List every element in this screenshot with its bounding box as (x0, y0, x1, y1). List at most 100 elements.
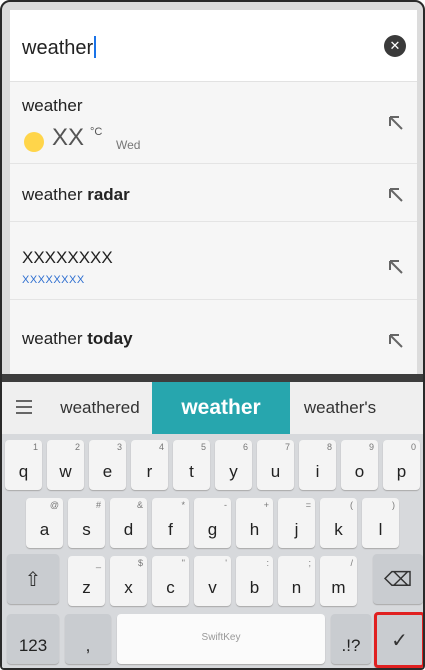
key-label: h (249, 520, 260, 539)
key-hint: 9 (368, 442, 374, 452)
suggestion-item[interactable]: weather today (10, 300, 417, 374)
key-label: d (123, 520, 134, 539)
key-label: v (208, 578, 217, 597)
key-v[interactable]: ' v (194, 556, 231, 606)
key-hint: 7 (284, 442, 290, 452)
backspace-icon: ⌫ (383, 569, 413, 591)
key-c[interactable]: " c (152, 556, 189, 606)
divider (2, 374, 423, 382)
prediction-middle[interactable]: weather (152, 382, 290, 434)
key-hint: ( (350, 500, 353, 510)
suggestion-text: weather radar (22, 185, 130, 204)
key-hint: 3 (116, 442, 122, 452)
key-d[interactable]: & d (110, 498, 147, 548)
key-label: x (124, 578, 133, 597)
key-t[interactable]: 5t (173, 440, 210, 490)
key-hint: : (266, 558, 269, 568)
key-hint: $ (137, 558, 143, 568)
key-y[interactable]: 6y (215, 440, 252, 490)
key-r[interactable]: 4r (131, 440, 168, 490)
key-hint: ) (392, 500, 395, 510)
key-hint: 2 (74, 442, 80, 452)
key-hint: # (95, 500, 101, 510)
key-label: i (315, 462, 320, 481)
key-label: o (354, 462, 365, 481)
key-hint: 1 (32, 442, 38, 452)
shift-icon: ⇧ (24, 569, 42, 591)
shift-key[interactable]: ⇧ (7, 554, 59, 604)
fill-query-arrow-icon[interactable] (387, 332, 405, 350)
key-hint: & (136, 500, 143, 510)
key-label: t (189, 462, 194, 481)
key-label: k (334, 520, 343, 539)
menu-icon[interactable] (16, 400, 32, 414)
key-j[interactable]: = j (278, 498, 315, 548)
phone-screen: weather ✕ weather XX °C Wed weather rada… (0, 0, 425, 670)
key-g[interactable]: -g (194, 498, 231, 548)
search-input[interactable]: weather (22, 36, 97, 60)
key-f[interactable]: * f (152, 498, 189, 548)
key-w[interactable]: 2w (47, 440, 84, 490)
suggestion-text: XXXXXXXX (22, 248, 113, 267)
key-m[interactable]: / m (320, 556, 357, 606)
comma-key[interactable]: , (65, 614, 111, 664)
suggestion-weather-card[interactable]: weather XX °C Wed (10, 82, 417, 164)
prediction-left[interactable]: weathered (48, 382, 152, 434)
search-bar[interactable]: weather ✕ (10, 10, 417, 82)
key-p[interactable]: 0p (383, 440, 420, 490)
key-hint: _ (95, 558, 101, 568)
numbers-key[interactable]: 123 (7, 614, 59, 664)
suggestion-list: weather XX °C Wed weather radar XXXXXXXX… (10, 82, 417, 374)
checkmark-icon: ✓ (391, 630, 408, 652)
backspace-key[interactable]: ⌫ (373, 554, 423, 604)
fill-query-arrow-icon[interactable] (387, 186, 405, 204)
suggestion-text: weather today (22, 329, 133, 348)
key-label: m (331, 578, 346, 597)
fill-query-arrow-icon[interactable] (387, 114, 405, 132)
enter-key[interactable]: ✓ (374, 612, 423, 668)
key-label: l (378, 520, 383, 539)
prediction-right[interactable]: weather's (290, 382, 390, 434)
key-u[interactable]: 7u (257, 440, 294, 490)
key-hint: 8 (326, 442, 332, 452)
key-n[interactable]: ; n (278, 556, 315, 606)
close-icon[interactable]: ✕ (384, 35, 406, 57)
key-hint: @ (49, 500, 59, 510)
key-label: u (270, 462, 281, 481)
key-b[interactable]: :b (236, 556, 273, 606)
key-hint: " (181, 558, 185, 568)
key-hint: 4 (158, 442, 164, 452)
key-l[interactable]: ) l (362, 498, 399, 548)
key-label: g (207, 520, 218, 539)
key-i[interactable]: 8i (299, 440, 336, 490)
suggestion-item[interactable]: weather radar (10, 164, 417, 222)
key-hint: / (350, 558, 353, 568)
suggestion-text: weather (22, 96, 83, 115)
fill-query-arrow-icon[interactable] (387, 258, 405, 276)
key-x[interactable]: $ x (110, 556, 147, 606)
key-label: p (396, 462, 407, 481)
key-label: e (102, 462, 113, 481)
suggestion-item[interactable]: XXXXXXXX XXXXXXXX (10, 222, 417, 300)
key-label: y (229, 462, 238, 481)
key-hint: + (263, 500, 269, 510)
key-label: w (59, 462, 72, 481)
weather-day: Wed (116, 138, 141, 152)
key-label: f (168, 520, 173, 539)
temperature-value: XX (52, 124, 85, 151)
key-label: j (294, 520, 299, 539)
key-k[interactable]: (k (320, 498, 357, 548)
key-h[interactable]: + h (236, 498, 273, 548)
key-a[interactable]: @ a (26, 498, 63, 548)
key-e[interactable]: 3e (89, 440, 126, 490)
key-z[interactable]: _ z (68, 556, 105, 606)
key-q[interactable]: 1q (5, 440, 42, 490)
punctuation-key[interactable]: .!? (331, 614, 371, 664)
key-label: q (18, 462, 29, 481)
key-hint: 5 (200, 442, 206, 452)
space-key[interactable]: SwiftKey (117, 614, 325, 664)
key-o[interactable]: 9o (341, 440, 378, 490)
key-s[interactable]: # s (68, 498, 105, 548)
key-hint: = (305, 500, 311, 510)
key-label: n (291, 578, 302, 597)
